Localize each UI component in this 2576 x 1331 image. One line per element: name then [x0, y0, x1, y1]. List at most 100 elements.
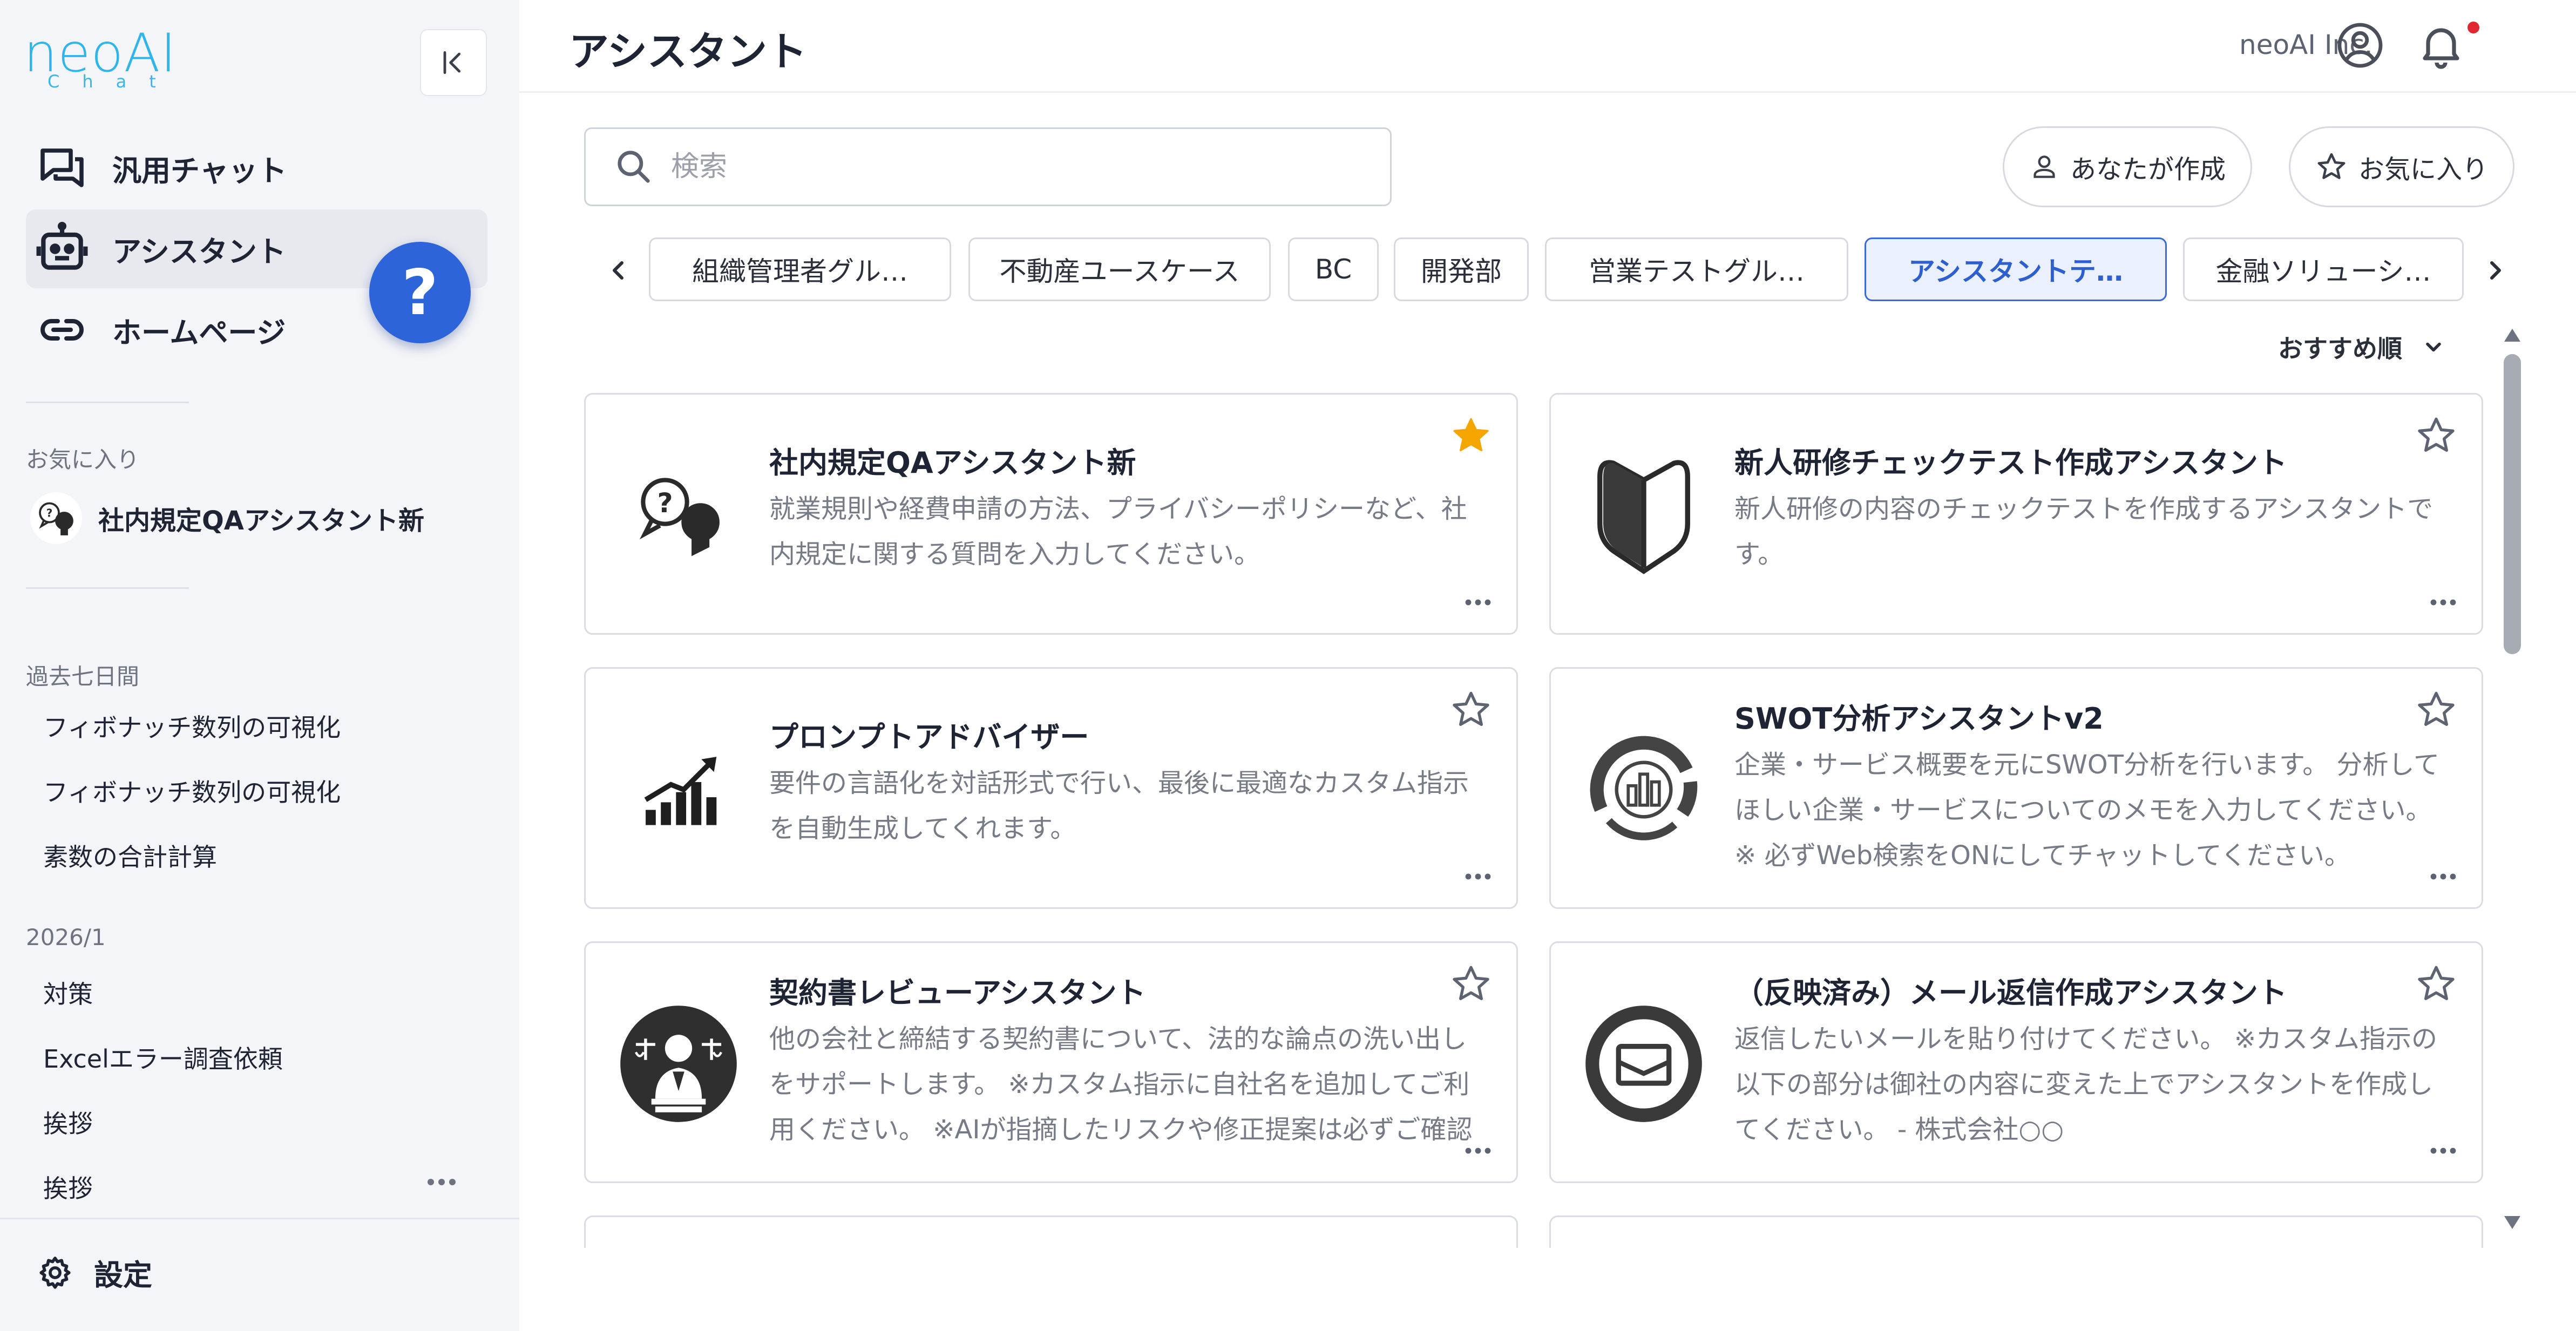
card-more-button[interactable]	[1463, 868, 1493, 885]
more-horizontal-icon	[1465, 1147, 1491, 1154]
history-section-title: 2026/1	[26, 924, 106, 950]
assistant-card[interactable]	[584, 1215, 1518, 1248]
sort-label: おすすめ順	[2278, 334, 2402, 363]
notifications-button[interactable]	[2415, 19, 2467, 71]
assistant-card[interactable]: ? 社内規定QAアシスタント新 就業規則や経費申請の方法、プライバシーポリシーな…	[584, 393, 1518, 635]
scroll-down-arrow[interactable]	[2503, 1214, 2522, 1231]
sort-dropdown[interactable]: おすすめ順	[2278, 329, 2445, 365]
tab-sales-test-group[interactable]: 営業テストグル…	[1545, 237, 1848, 301]
card-more-button[interactable]	[2429, 868, 2458, 885]
star-outline-icon	[2317, 153, 2345, 179]
svg-text:?: ?	[657, 487, 673, 519]
search-input[interactable]	[671, 151, 1319, 183]
settings-label: 設定	[94, 1258, 152, 1292]
top-bar: アシスタント neoAI Inc.	[519, 0, 2576, 93]
favorite-toggle[interactable]	[2415, 962, 2458, 1006]
favorite-toggle[interactable]	[2415, 414, 2458, 457]
analytics-ring-icon	[1590, 736, 1698, 840]
chevron-left-icon	[613, 261, 623, 280]
qa-bubbles-icon: ?	[639, 478, 720, 556]
favorites-filter-label: お気に入り	[2358, 154, 2489, 185]
sidebar-divider	[26, 402, 189, 403]
assistant-card[interactable]: 契約書レビューアシスタント 他の会社と締結する契約書について、法的な論点の洗い出…	[584, 941, 1518, 1183]
star-outline-icon	[2418, 966, 2455, 1001]
history-item[interactable]: Excelエラー調査依頼	[43, 1040, 283, 1075]
tab-dev-dept[interactable]: 開発部	[1394, 237, 1529, 301]
tab-org-admin-group[interactable]: 組織管理者グル…	[649, 237, 951, 301]
mail-icon	[1585, 1006, 1702, 1122]
star-outline-icon	[2418, 417, 2455, 452]
triangle-down-icon	[2504, 1216, 2520, 1229]
history-item[interactable]: 対策	[43, 975, 93, 1010]
tabs-scroll-right-button[interactable]	[2473, 246, 2517, 295]
tab-real-estate-usecase[interactable]: 不動産ユースケース	[968, 237, 1271, 301]
tab-finance-solution[interactable]: 金融ソリューシ…	[2183, 237, 2464, 301]
nav-label-assistant: アシスタント	[112, 234, 286, 269]
card-title: 社内規定QAアシスタント新	[769, 446, 1136, 480]
sidebar: neoAI Chat 汎用チャット アシスタント ホームページ ? お気に入り …	[0, 0, 519, 1331]
assistant-card[interactable]	[1549, 1215, 2483, 1248]
assistant-card[interactable]: プロンプトアドバイザー 要件の言語化を対話形式で行い、最後に最適なカスタム指示を…	[584, 667, 1518, 909]
card-description: 返信したいメールを貼り付けてください。 ※カスタム指示の以下の部分は御社の内容に…	[1734, 1024, 2438, 1145]
favorite-toggle[interactable]	[1449, 414, 1493, 457]
more-horizontal-icon	[2430, 873, 2456, 880]
history-item[interactable]: フィボナッチ数列の可視化	[43, 708, 341, 744]
card-title: プロンプトアドバイザー	[769, 720, 1089, 754]
card-description: 新人研修の内容のチェックテストを作成するアシスタントです。	[1734, 494, 2433, 569]
favorites-section-title: お気に入り	[26, 446, 140, 473]
tab-assistant-test[interactable]: アシスタントテ…	[1865, 237, 2167, 301]
star-outline-icon	[2418, 691, 2455, 726]
settings-button[interactable]: 設定	[37, 1251, 152, 1294]
created-by-you-filter-button[interactable]: あなたが作成	[2003, 126, 2253, 207]
history-item[interactable]: 挨拶	[43, 1104, 93, 1140]
assistant-card[interactable]: SWOT分析アシスタントv2 企業・サービス概要を元にSWOT分析を行います。 …	[1549, 667, 2483, 909]
scrollbar-thumb[interactable]	[2504, 354, 2521, 654]
card-more-button[interactable]	[1463, 594, 1493, 610]
history-item-more-button[interactable]	[425, 1171, 458, 1193]
favorite-toggle[interactable]	[1449, 962, 1493, 1006]
more-horizontal-icon	[2430, 1147, 2456, 1154]
assistant-card[interactable]: （反映済み）メール返信作成アシスタント 返信したいメールを貼り付けてください。 …	[1549, 941, 2483, 1183]
nav-label-homepage: ホームページ	[112, 315, 286, 350]
tabs-scroll-left-button[interactable]	[597, 246, 640, 295]
card-more-button[interactable]	[2429, 594, 2458, 610]
chevron-right-icon	[2490, 261, 2501, 280]
app-logo[interactable]: neoAI Chat	[24, 27, 180, 97]
history-item[interactable]: 素数の合計計算	[43, 838, 217, 873]
assistant-card[interactable]: 新人研修チェックテスト作成アシスタント 新人研修の内容のチェックテストを作成する…	[1549, 393, 2483, 635]
created-by-you-label: あなたが作成	[2070, 154, 2226, 185]
growth-chart-icon	[644, 757, 717, 825]
card-description: 要件の言語化を対話形式で行い、最後に最適なカスタム指示を自動生成してくれます。	[769, 768, 1469, 844]
history-section-title: 過去七日間	[26, 663, 140, 690]
favorites-filter-button[interactable]: お気に入り	[2289, 126, 2515, 207]
card-description: 就業規則や経費申請の方法、プライバシーポリシーなど、社内規定に関する質問を入力し…	[769, 494, 1467, 569]
scroll-up-arrow[interactable]	[2503, 327, 2522, 343]
more-horizontal-icon	[2430, 599, 2456, 606]
account-button[interactable]	[2334, 19, 2386, 71]
tab-bc[interactable]: BC	[1288, 237, 1379, 301]
favorite-item[interactable]: ? 社内規定QAアシスタント新	[30, 491, 424, 545]
robot-icon	[36, 221, 88, 270]
notification-badge	[2465, 19, 2482, 36]
card-more-button[interactable]	[1463, 1143, 1493, 1159]
triangle-up-icon	[2504, 329, 2520, 342]
more-horizontal-icon	[428, 1179, 456, 1185]
help-button[interactable]: ?	[369, 242, 471, 343]
nav-item-general-chat[interactable]: 汎用チャット	[26, 128, 487, 207]
card-title: 新人研修チェックテスト作成アシスタント	[1734, 446, 2287, 480]
history-item[interactable]: 挨拶	[43, 1169, 93, 1205]
search-box	[584, 127, 1392, 206]
search-icon	[618, 151, 650, 183]
history-item[interactable]: フィボナッチ数列の可視化	[43, 773, 341, 809]
favorite-toggle[interactable]	[1449, 688, 1493, 731]
card-title: 契約書レビューアシスタント	[769, 976, 1146, 1010]
chevron-down-icon	[2426, 342, 2441, 352]
favorite-avatar: ?	[30, 492, 82, 544]
gear-icon	[39, 1256, 71, 1289]
card-more-button[interactable]	[2429, 1143, 2458, 1159]
favorite-toggle[interactable]	[2415, 688, 2458, 731]
collapse-left-icon	[443, 51, 461, 74]
collapse-sidebar-button[interactable]	[420, 29, 487, 96]
person-icon	[2033, 155, 2055, 178]
beginner-mark-icon	[1597, 460, 1690, 574]
